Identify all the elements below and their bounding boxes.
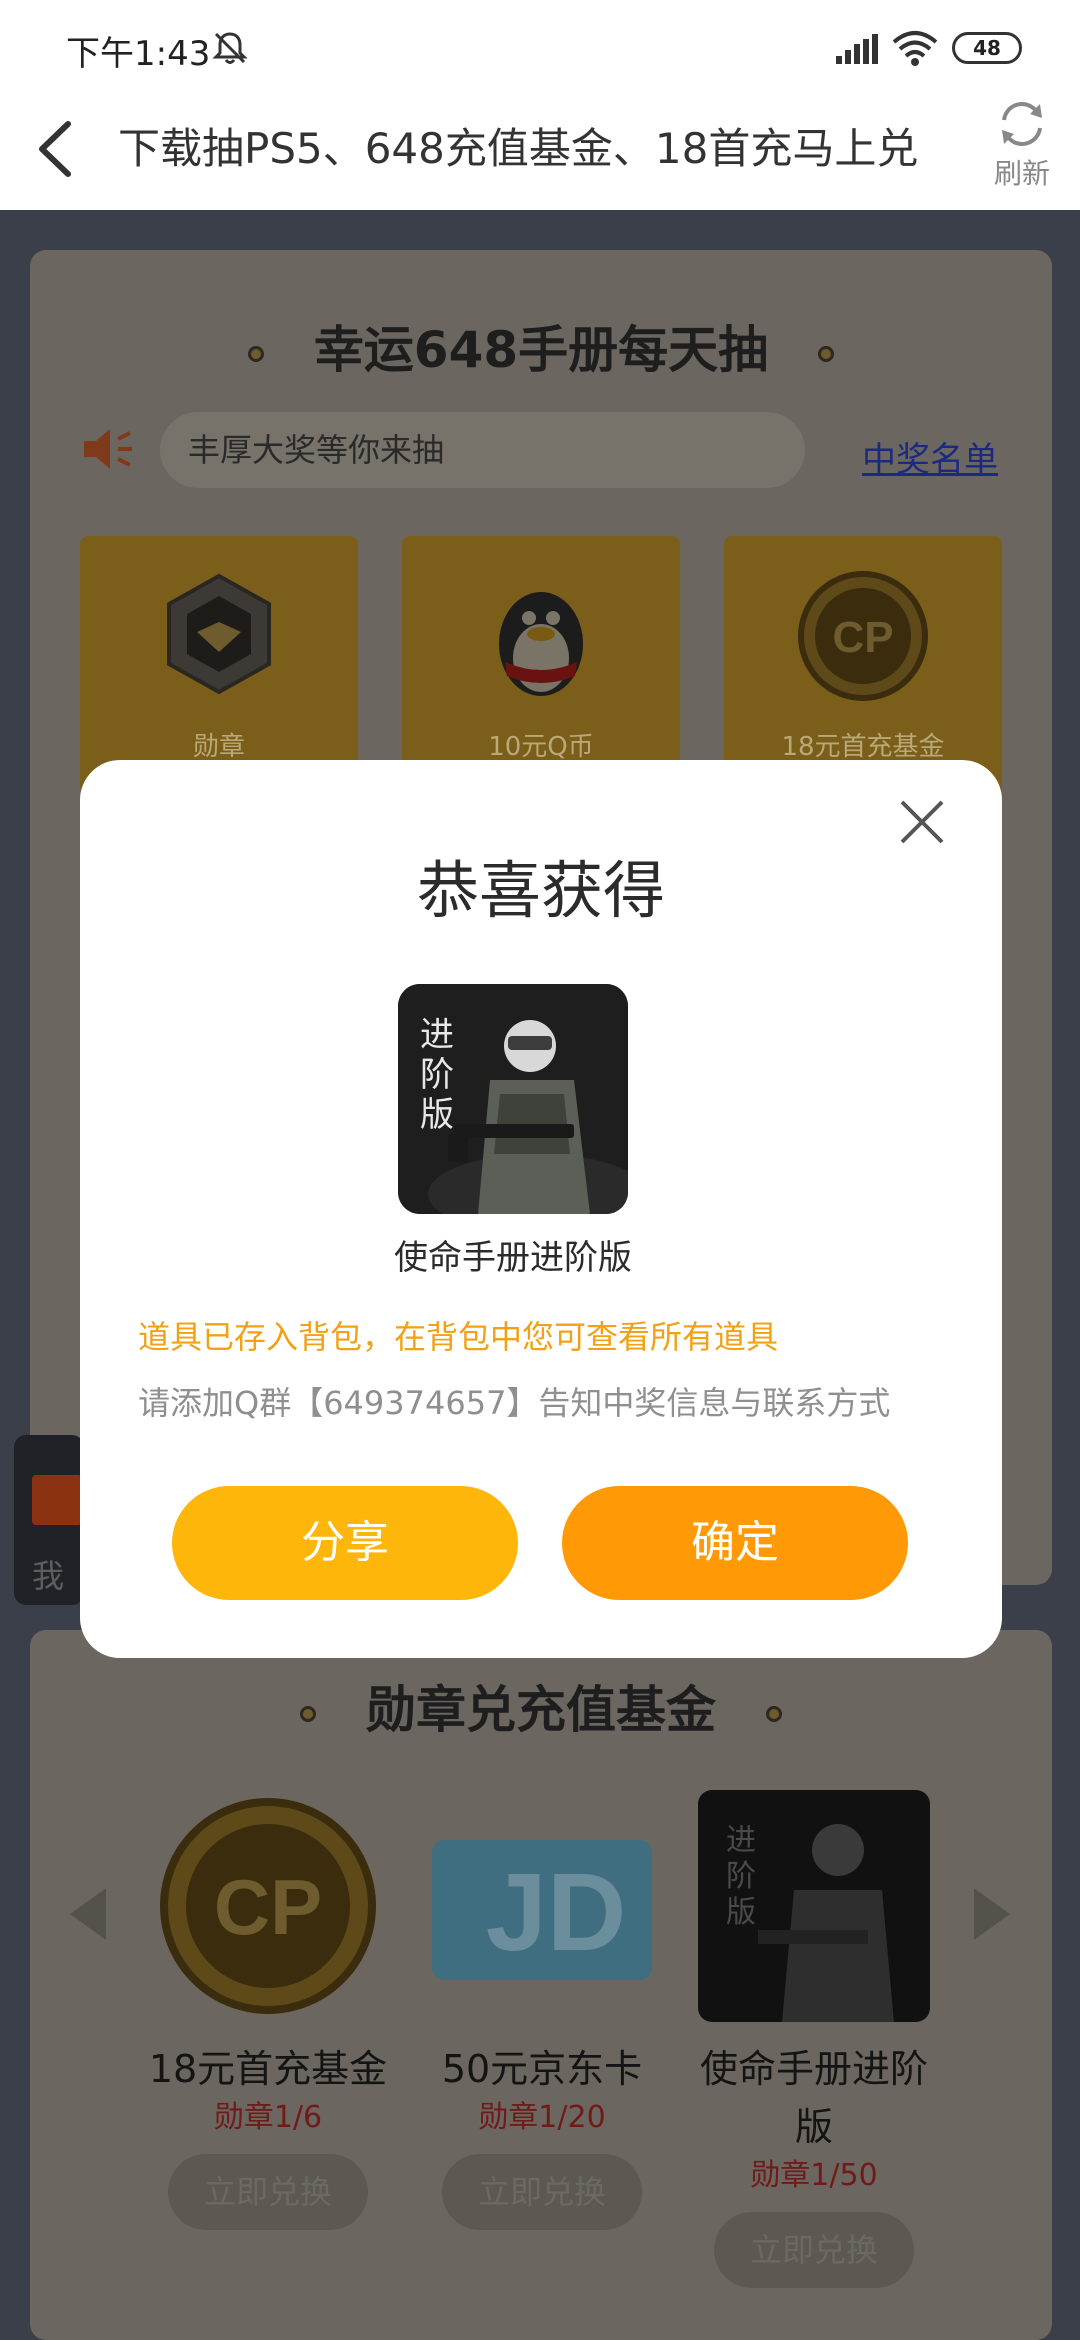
svg-text:进: 进 <box>420 1015 454 1055</box>
contact-info-message: 请添加Q群【649374657】告知中奖信息与联系方式 <box>138 1384 891 1422</box>
app-header: 下载抽PS5、648充值基金、18首充马上兑 刷新 <box>0 92 1080 210</box>
close-icon[interactable] <box>898 798 946 846</box>
refresh-label: 刷新 <box>993 157 1050 190</box>
refresh-button[interactable]: 刷新 <box>982 96 1062 206</box>
mute-bell-icon <box>212 32 248 64</box>
reward-dialog: 恭喜获得 进 阶 版 使命手册进阶版 道具已存入背包，在背包中您可查看所有道具 … <box>80 760 1002 1658</box>
battery-indicator: 48 <box>952 32 1022 64</box>
dialog-title: 恭喜获得 <box>416 854 665 927</box>
wifi-icon <box>892 31 938 66</box>
reward-item-image: 进 阶 版 <box>398 984 628 1214</box>
signal-icon <box>836 34 878 64</box>
status-bar: 下午1:43 48 <box>0 0 1080 92</box>
status-time: 下午1:43 <box>66 34 211 74</box>
svg-text:版: 版 <box>420 1095 454 1135</box>
reward-item-name: 使命手册进阶版 <box>394 1238 632 1278</box>
confirm-button[interactable]: 确定 <box>562 1486 908 1600</box>
refresh-icon <box>1002 102 1042 146</box>
svg-text:阶: 阶 <box>420 1055 454 1095</box>
share-button[interactable]: 分享 <box>172 1486 518 1600</box>
saved-to-bag-message: 道具已存入背包，在背包中您可查看所有道具 <box>138 1318 779 1356</box>
soldier-icon: 进 阶 版 <box>398 984 628 1214</box>
back-arrow-icon[interactable] <box>28 114 88 184</box>
page-title: 下载抽PS5、648充值基金、18首充马上兑 <box>118 124 919 173</box>
